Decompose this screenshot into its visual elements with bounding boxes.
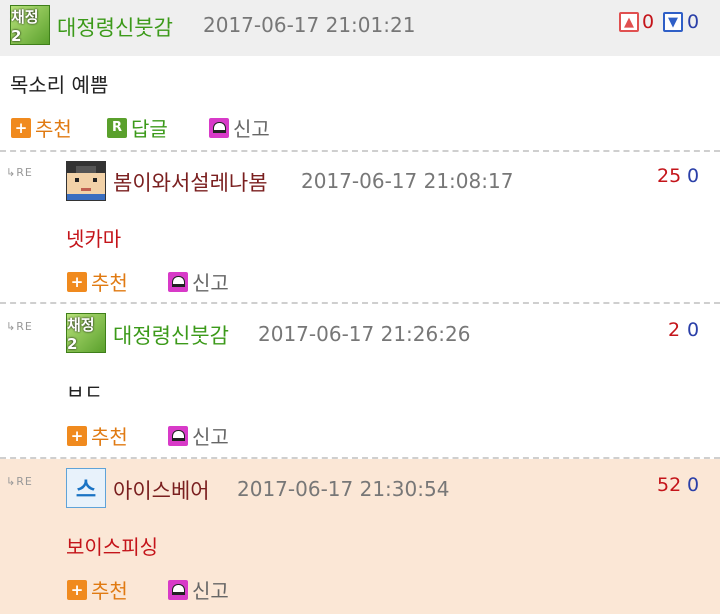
report-icon <box>168 271 188 292</box>
comment-content: 넷카마 <box>66 227 122 251</box>
report-button[interactable]: 신고 <box>209 113 270 142</box>
recommend-label: 추천 <box>91 271 128 295</box>
re-arrow-icon: ↳RE <box>6 475 33 488</box>
nickname[interactable]: 봄이와서설레나봄 <box>113 167 268 197</box>
up-count: 0 <box>642 11 655 33</box>
re-arrow-icon: ↳RE <box>6 166 33 179</box>
comment-content: 목소리 예쁨 <box>10 73 109 97</box>
recommend-label: 추천 <box>91 579 128 603</box>
comment-reply: ↳RE 채정2 대정령신붓감 2017-06-17 21:26:26 2 0 ㅂ… <box>0 304 720 458</box>
comment-content: ㅂㄷ <box>66 380 103 404</box>
comment-header: 채정2 대정령신붓감 2017-06-17 21:01:21 ▲ 0 ▼ 0 <box>0 0 720 56</box>
recommend-button[interactable]: + 추천 <box>67 267 128 296</box>
recommend-label: 추천 <box>35 117 72 141</box>
nickname[interactable]: 대정령신붓감 <box>57 12 173 42</box>
plus-icon: + <box>67 425 87 446</box>
nickname[interactable]: 아이스베어 <box>113 475 210 505</box>
up-count: 52 <box>657 474 682 496</box>
recommend-button[interactable]: + 추천 <box>11 113 72 142</box>
plus-icon: + <box>11 117 31 138</box>
report-button[interactable]: 신고 <box>168 575 229 604</box>
user-avatar[interactable]: 스 <box>66 468 106 508</box>
re-arrow-icon: ↳RE <box>6 320 33 333</box>
down-count: 0 <box>687 474 700 496</box>
timestamp: 2017-06-17 21:26:26 <box>258 322 471 346</box>
report-label: 신고 <box>233 117 270 141</box>
report-label: 신고 <box>192 271 229 295</box>
report-button[interactable]: 신고 <box>168 267 229 296</box>
recommend-button[interactable]: + 추천 <box>67 421 128 450</box>
timestamp: 2017-06-17 21:08:17 <box>301 169 514 193</box>
down-count: 0 <box>687 165 700 187</box>
comment-content: 보이스피싱 <box>66 535 158 559</box>
recommend-label: 추천 <box>91 425 128 449</box>
reply-button[interactable]: R 답글 <box>107 113 168 142</box>
report-icon <box>168 579 188 600</box>
comment-reply: ↳RE 봄이와서설레나봄 2017-06-17 21:08:17 25 0 넷카… <box>0 152 720 302</box>
reply-label: 답글 <box>131 117 168 141</box>
plus-icon: + <box>67 271 87 292</box>
thumbs-down-icon[interactable]: ▼ <box>663 12 683 32</box>
reply-icon: R <box>107 117 127 138</box>
report-label: 신고 <box>192 425 229 449</box>
timestamp: 2017-06-17 21:01:21 <box>203 13 416 37</box>
down-count: 0 <box>687 319 700 341</box>
comment: 채정2 대정령신붓감 2017-06-17 21:01:21 ▲ 0 ▼ 0 목… <box>0 0 720 148</box>
thumbs-up-icon[interactable]: ▲ <box>619 12 639 32</box>
down-count: 0 <box>687 11 700 33</box>
up-count: 25 <box>657 165 682 187</box>
up-count: 2 <box>668 319 681 341</box>
recommend-button[interactable]: + 추천 <box>67 575 128 604</box>
report-label: 신고 <box>192 579 229 603</box>
nickname[interactable]: 대정령신붓감 <box>113 320 229 350</box>
pixel-face-icon <box>67 162 105 200</box>
report-icon <box>209 117 229 138</box>
user-avatar[interactable]: 채정2 <box>10 5 50 45</box>
comment-reply: ↳RE 스 아이스베어 2017-06-17 21:30:54 52 0 보이스… <box>0 459 720 614</box>
report-icon <box>168 425 188 446</box>
plus-icon: + <box>67 579 87 600</box>
report-button[interactable]: 신고 <box>168 421 229 450</box>
timestamp: 2017-06-17 21:30:54 <box>237 477 450 501</box>
user-avatar[interactable] <box>66 161 106 201</box>
user-avatar[interactable]: 채정2 <box>66 313 106 353</box>
